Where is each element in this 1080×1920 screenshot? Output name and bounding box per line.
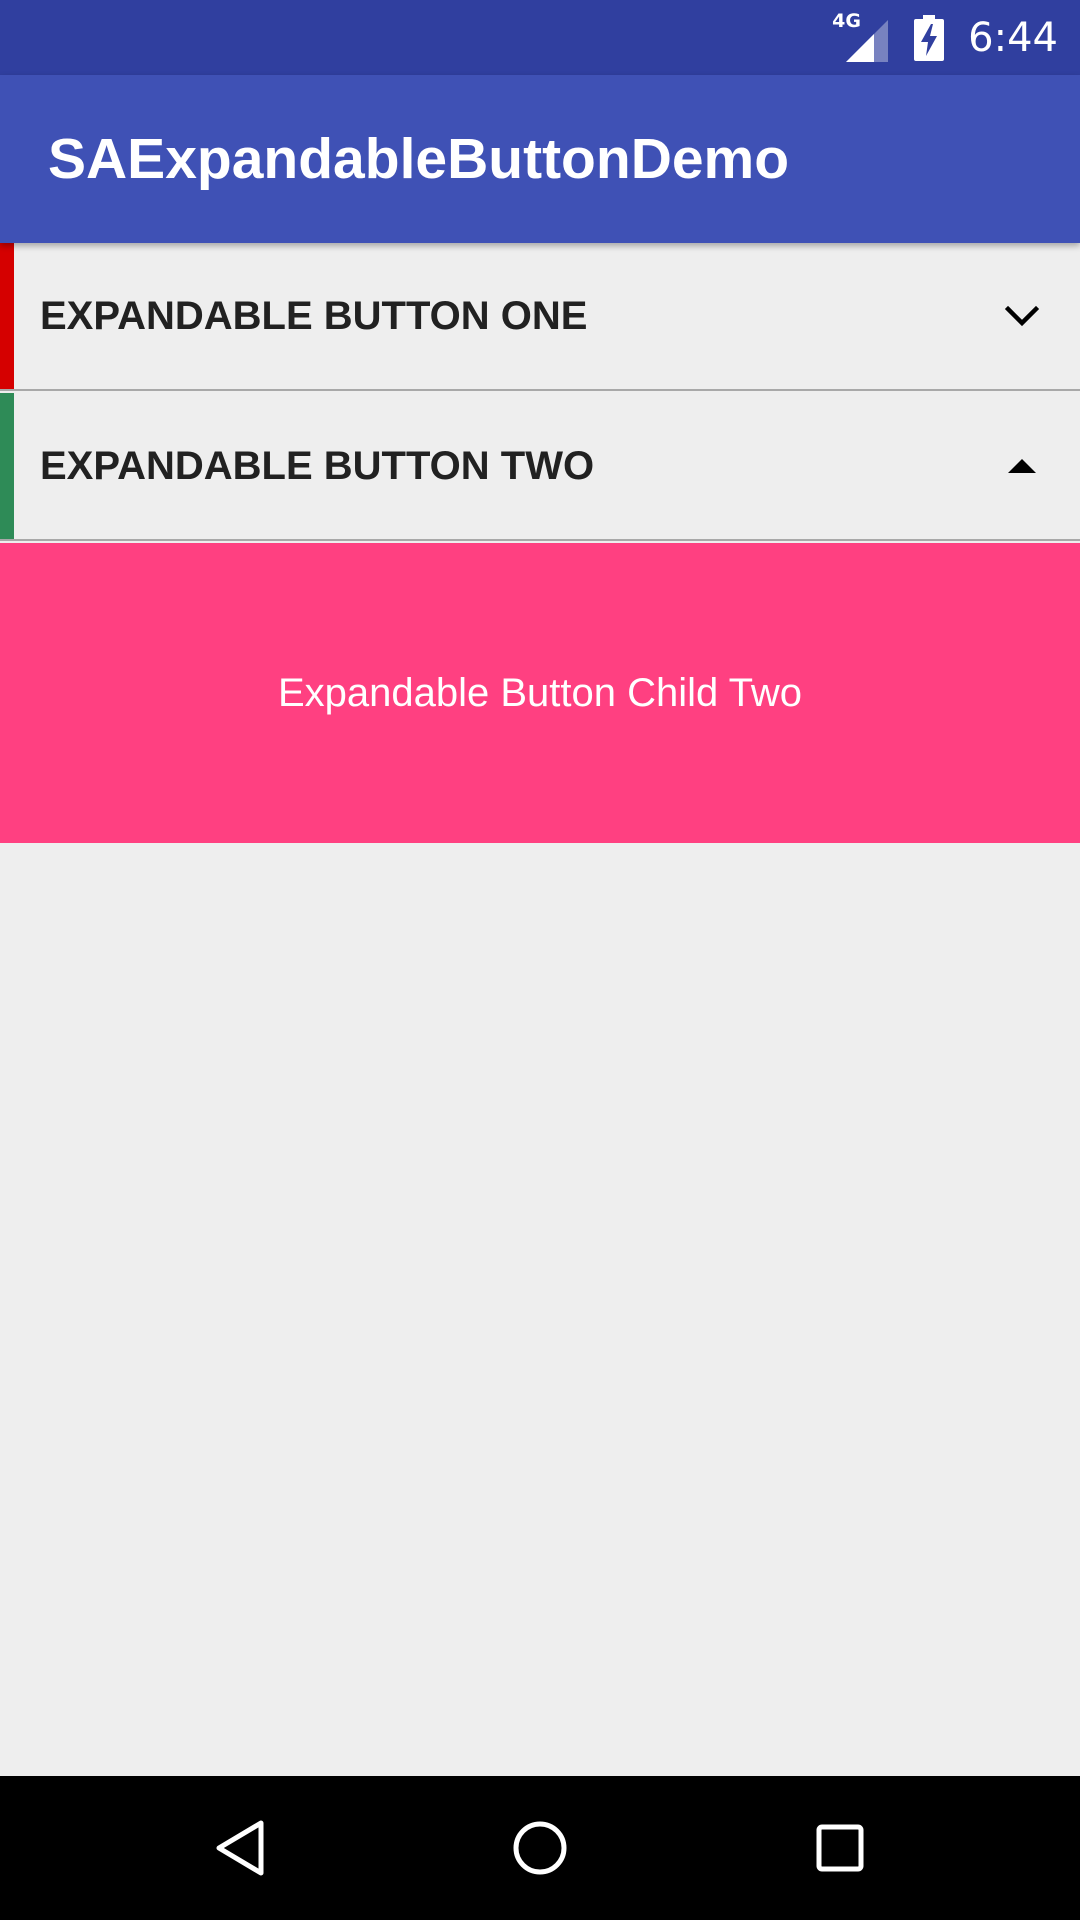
home-icon [513,1821,567,1875]
expandable-button-two[interactable]: EXPANDABLE BUTTON TWO [0,393,1080,541]
caret-up-icon [1002,393,1042,539]
recents-button[interactable] [780,1776,900,1920]
accent-bar-two [0,393,14,539]
signal-indicator: 4G [832,10,889,62]
accent-bar-one [0,243,14,389]
expandable-button-two-label: EXPANDABLE BUTTON TWO [40,444,595,488]
expandable-button-one[interactable]: EXPANDABLE BUTTON ONE [0,243,1080,391]
recents-icon [816,1824,864,1872]
chevron-down-icon [1002,243,1042,389]
expandable-button-one-label: EXPANDABLE BUTTON ONE [40,294,588,338]
app-title: SAExpandableButtonDemo [48,127,790,191]
expandable-child-panel: Expandable Button Child Two [0,543,1080,843]
back-icon [216,1820,264,1876]
status-icons: 4G 6:44 [832,0,1058,75]
home-button[interactable] [480,1776,600,1920]
app-bar: SAExpandableButtonDemo [0,75,1080,243]
navigation-bar [0,1776,1080,1920]
screen: 4G 6:44 SAExpandableButtonDemo EXPANDABL… [0,0,1080,1920]
status-time: 6:44 [968,14,1058,61]
status-bar: 4G 6:44 [0,0,1080,75]
back-button[interactable] [180,1776,300,1920]
child-panel-text: Expandable Button Child Two [277,670,803,715]
signal-icon [846,19,889,62]
battery-charging-icon [914,14,945,61]
